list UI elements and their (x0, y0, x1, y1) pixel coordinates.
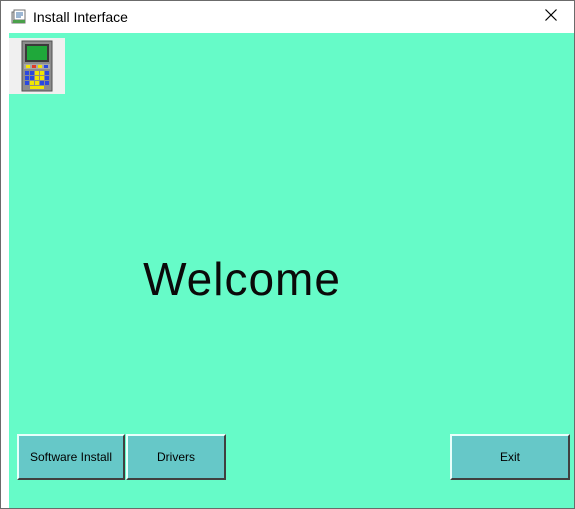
drivers-button[interactable]: Drivers (126, 434, 226, 480)
welcome-heading: Welcome (143, 253, 341, 305)
window-title: Install Interface (33, 9, 128, 25)
handheld-device-icon (9, 38, 65, 94)
exit-button[interactable]: Exit (450, 434, 570, 480)
software-install-button[interactable]: Software Install (17, 434, 125, 480)
main-panel: Welcome Software Install Drivers Exit (9, 33, 574, 508)
close-button[interactable] (528, 1, 574, 33)
install-interface-window: Install Interface Welcome Software Insta… (0, 0, 575, 509)
close-icon (544, 8, 558, 27)
title-bar[interactable]: Install Interface (1, 1, 574, 33)
installer-app-icon (11, 9, 27, 25)
